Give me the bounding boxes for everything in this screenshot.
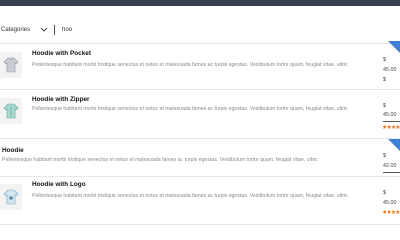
currency-symbol: $ (383, 103, 386, 109)
currency-symbol: $ (383, 57, 386, 63)
product-thumbnail[interactable] (0, 52, 22, 78)
product-price: 42.00 (383, 163, 397, 169)
product-description: Pellentesque habitant morbi tristique se… (32, 62, 348, 68)
hoodie-icon (3, 103, 19, 119)
hoodie-icon (3, 189, 19, 205)
product-thumbnail[interactable] (0, 184, 22, 210)
search-result[interactable]: Hoodie with Logo Pellentesque habitant m… (0, 177, 400, 223)
product-price: 45.00 (383, 200, 397, 206)
product-title[interactable]: Hoodie with Zipper (32, 96, 90, 103)
sale-ribbon (388, 41, 400, 53)
price-underline (383, 121, 400, 122)
product-title[interactable]: Hoodie (2, 147, 24, 154)
search-bar: Categories (0, 18, 400, 42)
sale-ribbon (388, 139, 400, 151)
product-description: Pellentesque habitant morbi tristique se… (32, 106, 348, 112)
search-result[interactable]: Hoodie with Zipper Pellentesque habitant… (0, 90, 400, 138)
product-title[interactable]: Hoodie with Logo (32, 181, 86, 188)
search-result[interactable]: Hoodie Pellentesque habitant morbi trist… (0, 139, 400, 177)
hoodie-icon (3, 57, 19, 73)
currency-symbol: $ (383, 153, 386, 159)
product-price: 45.00 (383, 67, 397, 73)
search-input[interactable] (62, 24, 392, 36)
product-description: Pellentesque habitant morbi tristique se… (32, 193, 348, 199)
old-price-currency: $ (383, 77, 386, 83)
categories-dropdown-label[interactable]: Categories (1, 27, 30, 33)
top-bar (0, 0, 400, 6)
divider (0, 224, 400, 225)
chevron-down-icon[interactable] (40, 27, 48, 33)
currency-symbol: $ (383, 190, 386, 196)
search-result[interactable]: Hoodie with Pocket Pellentesque habitant… (0, 41, 400, 90)
search-divider (54, 25, 55, 35)
product-price: 45.00 (383, 112, 397, 118)
product-description: Pellentesque habitant morbi tristique se… (2, 157, 318, 163)
price-underline (383, 172, 400, 173)
product-thumbnail[interactable] (0, 98, 22, 124)
product-title[interactable]: Hoodie with Pocket (32, 50, 91, 57)
rating-stars: ★★★★★ (382, 210, 400, 216)
rating-stars: ★★★★★ (382, 125, 400, 131)
